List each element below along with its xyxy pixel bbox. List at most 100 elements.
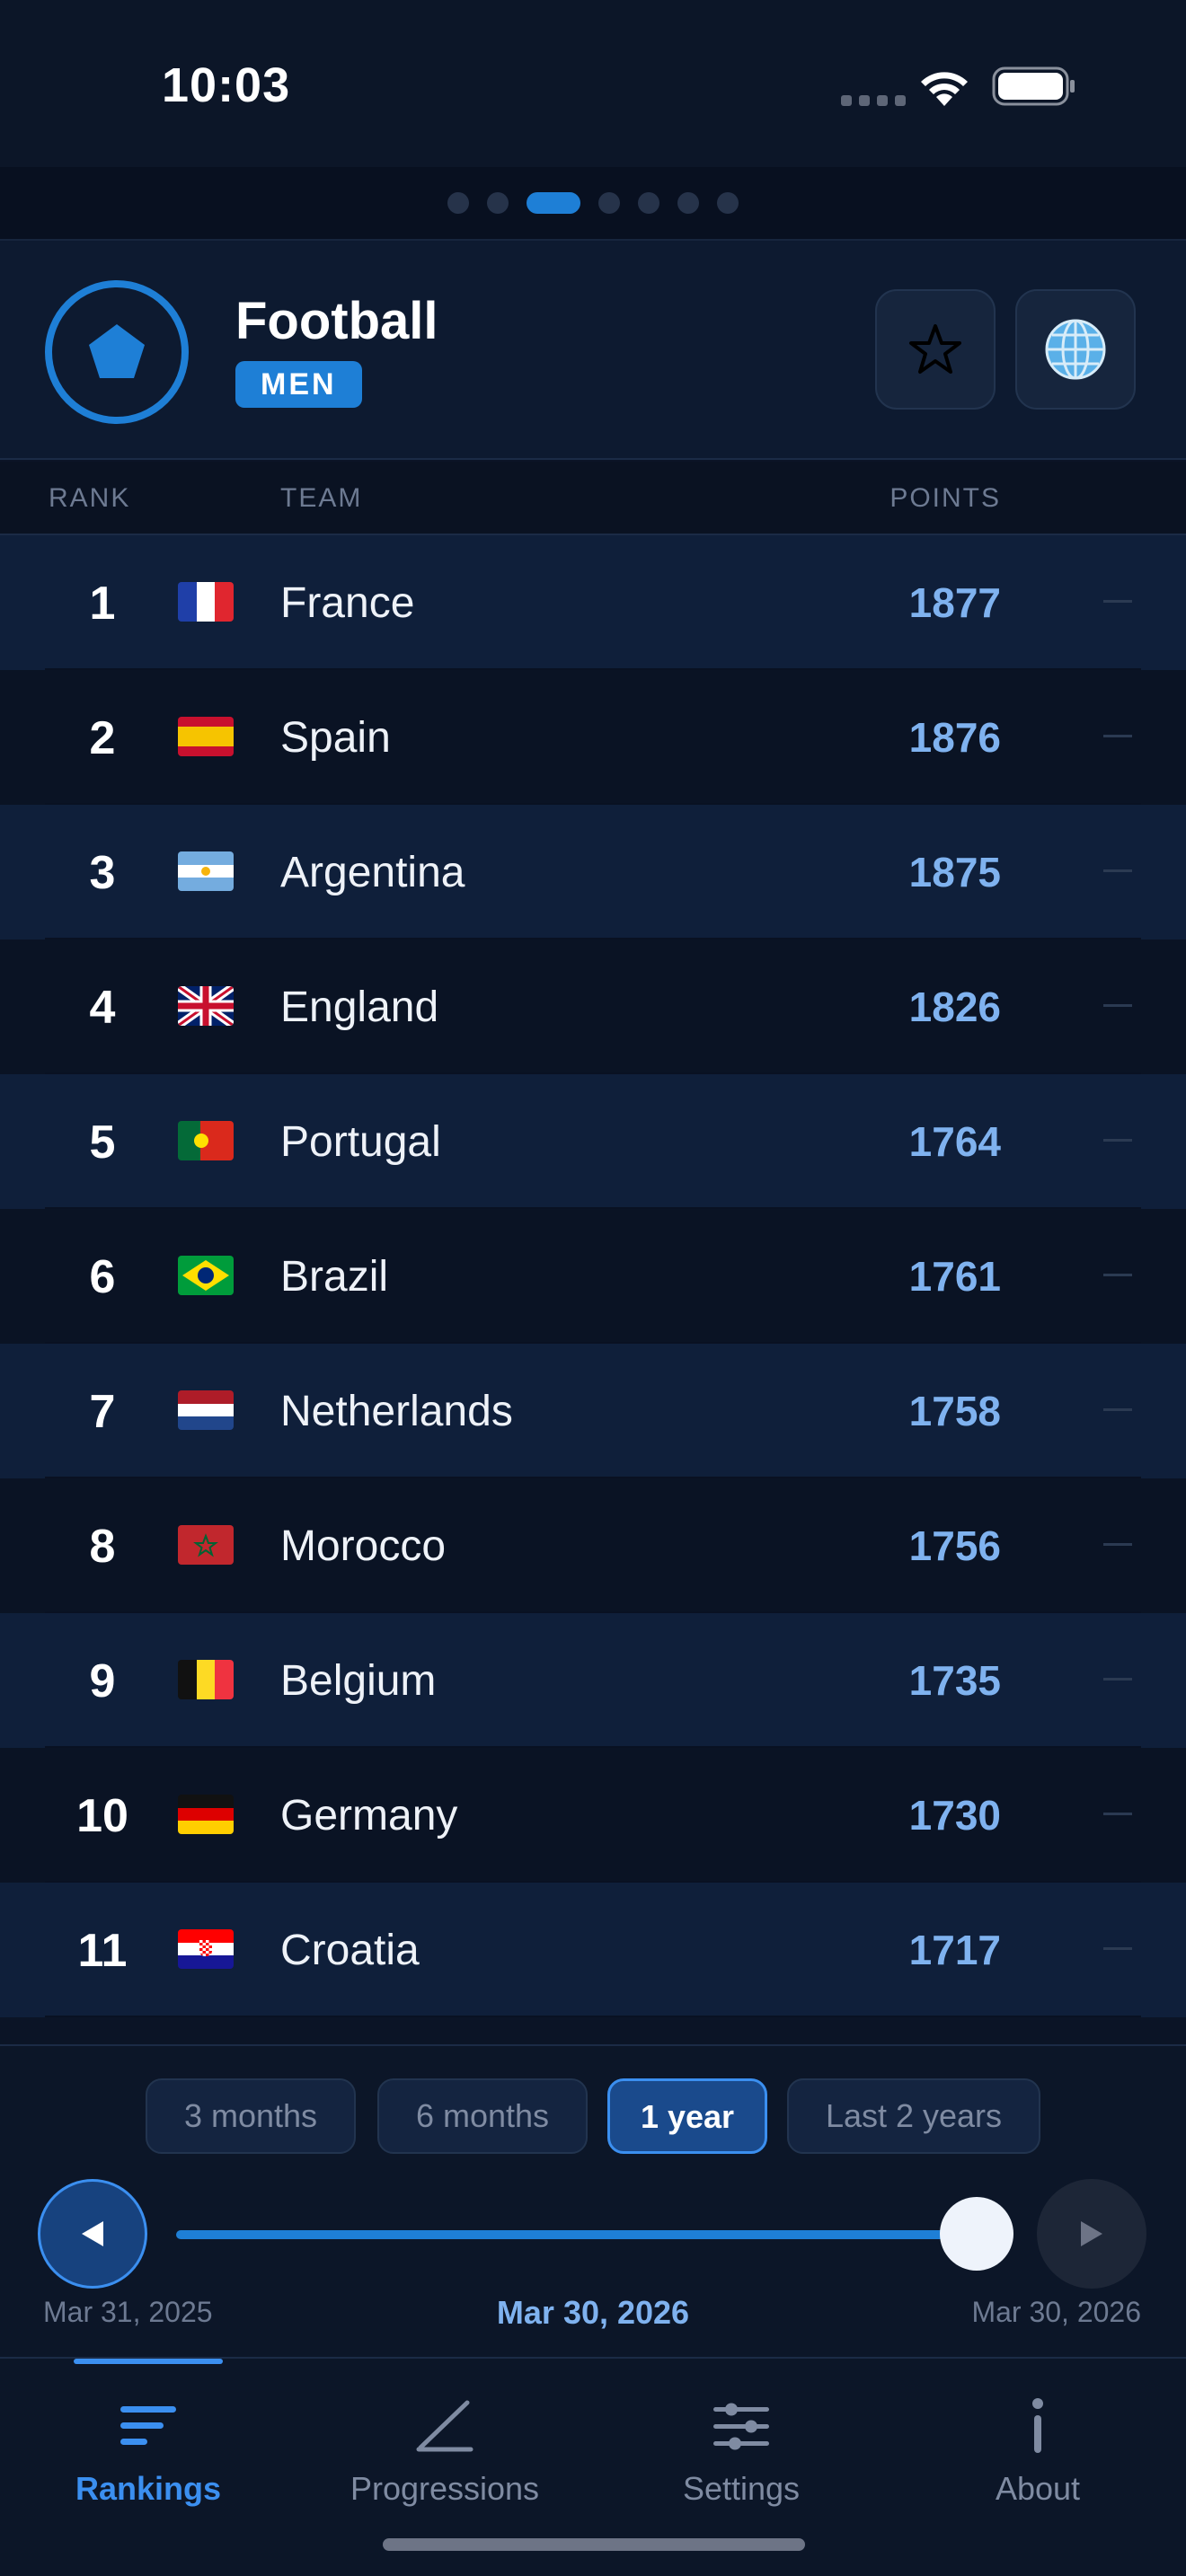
region-button[interactable] (1015, 289, 1136, 410)
time-range-panel: 3 months 6 months 1 year Last 2 years Ma… (0, 2044, 1186, 2357)
team-column-label: TEAM (280, 483, 363, 513)
flag-icon (178, 986, 234, 1026)
page-indicator[interactable] (0, 167, 1186, 239)
page-dot[interactable] (598, 192, 620, 214)
trend-indicator (1103, 1274, 1132, 1276)
favorite-button[interactable] (875, 289, 996, 410)
tab-label: Rankings (75, 2470, 222, 2507)
team-points: 1876 (908, 714, 1001, 761)
team-points: 1730 (908, 1792, 1001, 1839)
flag-icon (178, 851, 234, 891)
sport-header: Football MEN (0, 239, 1186, 460)
points-column-label: POINTS (890, 483, 1001, 513)
team-name: Spain (280, 714, 391, 762)
flag-icon (178, 582, 234, 622)
team-name: Brazil (280, 1253, 389, 1301)
page-dot[interactable] (677, 192, 699, 214)
flag-icon (178, 1256, 234, 1295)
range-chip-last-2-years[interactable]: Last 2 years (787, 2078, 1040, 2154)
ranking-row[interactable]: 7 Netherlands 1758 (0, 1344, 1186, 1478)
page-dot[interactable] (527, 192, 580, 214)
tab-label: Settings (682, 2470, 801, 2507)
rank-number: 8 (89, 1521, 116, 1573)
team-name: Belgium (280, 1657, 437, 1705)
date-slider-track[interactable] (176, 2230, 976, 2239)
date-slider-thumb[interactable] (940, 2197, 1013, 2271)
ranking-row[interactable]: 10 Germany 1730 (0, 1748, 1186, 1883)
flag-icon (178, 1929, 234, 1969)
trend-indicator (1103, 1813, 1132, 1815)
range-chip-3-months[interactable]: 3 months (146, 2078, 356, 2154)
rank-number: 6 (89, 1251, 116, 1303)
team-name: Netherlands (280, 1388, 513, 1435)
rank-number: 10 (76, 1790, 128, 1842)
active-tab-indicator (74, 2359, 223, 2364)
page-dot[interactable] (717, 192, 739, 214)
flag-icon (178, 1121, 234, 1160)
team-points: 1735 (908, 1657, 1001, 1704)
rank-column-label: RANK (49, 483, 131, 513)
trend-indicator (1103, 735, 1132, 737)
ranking-row[interactable]: 2 Spain 1876 (0, 670, 1186, 805)
ranking-row[interactable]: 5 Portugal 1764 (0, 1074, 1186, 1209)
battery-icon (992, 66, 1075, 106)
rank-number: 3 (89, 847, 116, 899)
ranking-row[interactable]: 11 Croatia 1717 (0, 1883, 1186, 2017)
next-date-button[interactable] (1037, 2179, 1146, 2289)
chart-line-icon (416, 2400, 474, 2452)
ranking-row[interactable]: 6 Brazil 1761 (0, 1209, 1186, 1344)
ranking-row[interactable]: 8 Morocco 1756 (0, 1478, 1186, 1613)
team-name: Argentina (280, 849, 465, 896)
team-name: Croatia (280, 1927, 420, 1974)
ranking-row[interactable]: 1 France 1877 (0, 535, 1186, 670)
team-points: 1826 (908, 984, 1001, 1030)
ranking-row[interactable]: 9 Belgium 1735 (0, 1613, 1186, 1748)
tab-progressions[interactable]: Progressions (296, 2395, 593, 2508)
trend-indicator (1103, 1543, 1132, 1546)
trend-indicator (1103, 1408, 1132, 1411)
team-points: 1877 (908, 579, 1001, 626)
team-name: England (280, 984, 439, 1031)
tab-label: About (995, 2470, 1081, 2507)
rankings-list[interactable]: 1 France 1877 2 Spain 1876 3 Argentina 1875 4 Engl… (0, 535, 1186, 2017)
trend-indicator (1103, 869, 1132, 872)
tab-about[interactable]: About (890, 2395, 1186, 2508)
team-points: 1875 (908, 849, 1001, 895)
page-dot[interactable] (638, 192, 659, 214)
football-logo-icon (45, 280, 189, 424)
rank-number: 9 (89, 1655, 116, 1707)
range-chip-6-months[interactable]: 6 months (377, 2078, 588, 2154)
team-name: France (280, 579, 415, 627)
range-chip-1-year[interactable]: 1 year (607, 2078, 767, 2154)
list-icon (120, 2406, 176, 2445)
cellular-signal-icon (841, 95, 906, 106)
page-dot[interactable] (447, 192, 469, 214)
sliders-icon (713, 2403, 769, 2450)
team-points: 1758 (908, 1388, 1001, 1434)
team-name: Morocco (280, 1522, 447, 1570)
wifi-icon (921, 72, 968, 106)
team-points: 1756 (908, 1522, 1001, 1569)
range-end-date: Mar 30, 2026 (971, 2296, 1141, 2328)
team-points: 1717 (908, 1927, 1001, 1973)
rank-number: 7 (89, 1386, 116, 1438)
rank-number: 11 (77, 1925, 128, 1977)
status-bar: 10:03 (0, 0, 1186, 167)
previous-date-button[interactable] (38, 2179, 147, 2289)
page-dot[interactable] (487, 192, 509, 214)
ranking-row[interactable]: 3 Argentina 1875 (0, 805, 1186, 940)
home-indicator (383, 2538, 805, 2551)
team-points: 1761 (908, 1253, 1001, 1300)
flag-icon (178, 1525, 234, 1565)
trend-indicator (1103, 1004, 1132, 1007)
tab-label: Progressions (350, 2470, 540, 2507)
info-icon (1032, 2398, 1043, 2453)
ranking-row[interactable]: 4 England 1826 (0, 940, 1186, 1074)
tab-rankings[interactable]: Rankings (0, 2395, 296, 2508)
tab-settings[interactable]: Settings (593, 2395, 890, 2508)
rank-number: 4 (89, 982, 116, 1034)
play-right-icon (1081, 2221, 1102, 2246)
rankings-column-header: RANK TEAM POINTS (0, 462, 1186, 535)
gender-badge[interactable]: MEN (235, 361, 362, 408)
rank-number: 1 (89, 578, 116, 630)
